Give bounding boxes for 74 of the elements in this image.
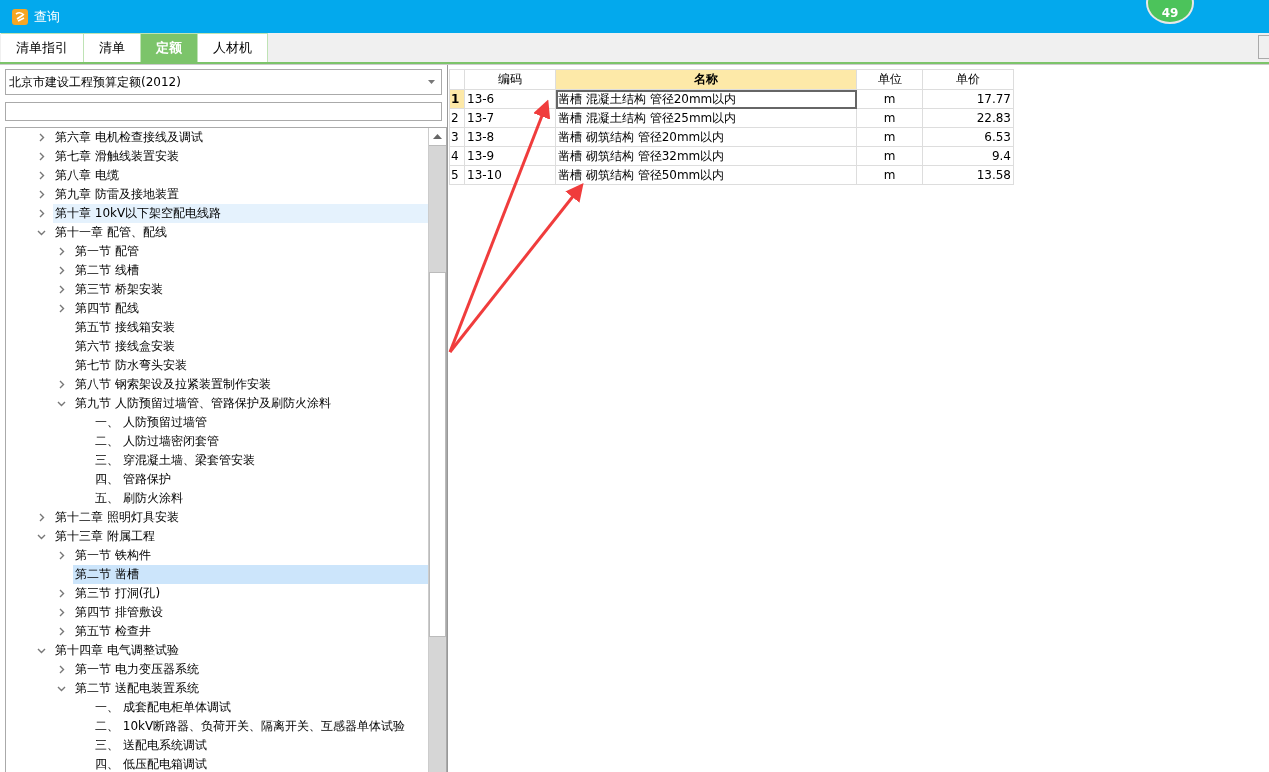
tree-item[interactable]: 第五节 接线箱安装 — [73, 318, 428, 337]
tree-item[interactable]: 第九节 人防预留过墙管、管路保护及刷防火涂料 — [73, 394, 428, 413]
tree-item[interactable]: 三、 穿混凝土墙、梁套管安装 — [93, 451, 428, 470]
tree-item[interactable]: 第二节 送配电装置系统 — [73, 679, 428, 698]
tree-item[interactable]: 第八节 钢索架设及拉紧装置制作安装 — [73, 375, 428, 394]
chevron-down-icon[interactable] — [36, 646, 46, 655]
table-cell: 13-7 — [464, 108, 556, 128]
tree-item[interactable]: 第三节 桥架安装 — [73, 280, 428, 299]
scroll-up-icon[interactable] — [433, 134, 442, 139]
dropdown-caret-icon — [428, 80, 435, 84]
app-logo-icon — [12, 8, 28, 25]
tree-item[interactable]: 第一节 铁构件 — [73, 546, 428, 565]
table-cell: m — [856, 146, 923, 166]
chevron-down-icon[interactable] — [56, 399, 66, 408]
tree-item[interactable]: 二、 人防过墙密闭套管 — [93, 432, 428, 451]
table-cell: 凿槽 砌筑结构 管径32mm以内 — [555, 146, 857, 166]
tree-item[interactable]: 第十三章 附属工程 — [53, 527, 428, 546]
column-header[interactable]: 编码 — [464, 69, 556, 90]
table-cell: 6.53 — [922, 127, 1014, 147]
window-title: 查询 — [34, 7, 60, 26]
library-select[interactable]: 北京市建设工程预算定额(2012) — [5, 69, 442, 95]
table-cell: 9.4 — [922, 146, 1014, 166]
table-cell: m — [856, 108, 923, 128]
tab[interactable]: 清单 — [84, 33, 141, 62]
tree-item[interactable]: 第三节 打洞(孔) — [73, 584, 428, 603]
column-header[interactable]: 名称 — [555, 69, 857, 90]
tree-item[interactable]: 二、 10kV断路器、负荷开关、隔离开关、互感器单体试验 — [93, 717, 428, 736]
table-cell: 13-9 — [464, 146, 556, 166]
tree-item[interactable]: 三、 送配电系统调试 — [93, 736, 428, 755]
tree-item[interactable]: 第一节 电力变压器系统 — [73, 660, 428, 679]
search-field[interactable] — [5, 102, 442, 121]
tree-item[interactable]: 第十一章 配管、配线 — [53, 223, 428, 242]
tree-item[interactable]: 第七节 防水弯头安装 — [73, 356, 428, 375]
table-cell: m — [856, 127, 923, 147]
chevron-down-icon[interactable] — [36, 228, 46, 237]
table-cell: 凿槽 砌筑结构 管径50mm以内 — [555, 165, 857, 185]
tree-item[interactable]: 第六节 接线盒安装 — [73, 337, 428, 356]
tab[interactable]: 清单指引 — [1, 33, 84, 62]
tree-item[interactable]: 第二节 凿槽 — [73, 565, 428, 584]
tree-item[interactable]: 一、 人防预留过墙管 — [93, 413, 428, 432]
table-cell: 凿槽 混凝土结构 管径20mm以内 — [555, 89, 857, 109]
tree-item[interactable]: 第六章 电机检查接线及调试 — [53, 128, 428, 147]
table-cell: 凿槽 混凝土结构 管径25mm以内 — [555, 108, 857, 128]
tree-item[interactable]: 四、 管路保护 — [93, 470, 428, 489]
tree-item[interactable]: 五、 刷防火涂料 — [93, 489, 428, 508]
chevron-down-icon[interactable] — [36, 532, 46, 541]
column-header[interactable]: 单位 — [856, 69, 923, 90]
tree-item[interactable]: 第十章 10kV以下架空配电线路 — [53, 204, 428, 223]
chevron-down-icon[interactable] — [56, 684, 66, 693]
field-edge[interactable] — [1258, 35, 1269, 59]
tree-item[interactable]: 第十二章 照明灯具安装 — [53, 508, 428, 527]
tree-item[interactable]: 第九章 防雷及接地装置 — [53, 185, 428, 204]
scrollbar[interactable] — [428, 128, 446, 772]
table-cell: m — [856, 165, 923, 185]
table-cell: 22.83 — [922, 108, 1014, 128]
table-cell: 13-6 — [464, 89, 556, 109]
table-cell: 13-8 — [464, 127, 556, 147]
tree-item[interactable]: 一、 成套配电柜单体调试 — [93, 698, 428, 717]
tree-item[interactable]: 第十四章 电气调整试验 — [53, 641, 428, 660]
tree-item[interactable]: 第八章 电缆 — [53, 166, 428, 185]
tree-item[interactable]: 第四节 排管敷设 — [73, 603, 428, 622]
table-cell: 凿槽 砌筑结构 管径20mm以内 — [555, 127, 857, 147]
tree-item[interactable]: 第五节 检查井 — [73, 622, 428, 641]
tree-item[interactable]: 第四节 配线 — [73, 299, 428, 318]
table-cell: 13-10 — [464, 165, 556, 185]
tree-item[interactable]: 四、 低压配电箱调试 — [93, 755, 428, 772]
table-cell: m — [856, 89, 923, 109]
tab[interactable]: 人材机 — [198, 33, 268, 62]
column-header[interactable]: 单价 — [922, 69, 1014, 90]
tree-item[interactable]: 第二节 线槽 — [73, 261, 428, 280]
table-cell: 13.58 — [922, 165, 1014, 185]
table-cell: 17.77 — [922, 89, 1014, 109]
tree-item[interactable]: 第一节 配管 — [73, 242, 428, 261]
tree-item[interactable]: 第七章 滑触线装置安装 — [53, 147, 428, 166]
